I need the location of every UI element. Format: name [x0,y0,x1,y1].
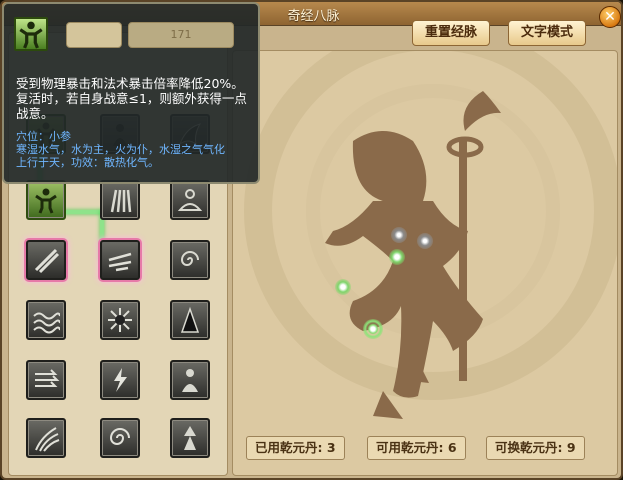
acupoint-line: 穴位：小参 [16,130,71,143]
shell-icon [109,428,130,445]
slash-icon [34,248,60,274]
skill-cell[interactable] [170,300,210,340]
skill-tooltip: 神躯 171 受到物理暴击和法术暴击倍率降低20%。复活时，若自身战意≤1，则额… [2,2,260,184]
claw-strike-icon [35,427,60,452]
character-silhouette-icon [325,91,501,419]
acupoint-detail-line: 上行于天，功效：散热化气。 [16,156,159,169]
acupoint-detail-line: 寒湿水气，水为主，火为仆，水湿之气气化 [16,143,225,156]
meridian-node[interactable] [363,319,383,339]
skill-description: 受到物理暴击和法术暴击倍率降低20%。复活时，若自身战意≤1，则额外获得一点战意… [16,76,247,121]
meridian-node[interactable] [417,233,433,249]
meridian-node[interactable] [335,279,351,295]
exchangeable-qianyuan-stat: 可换乾元丹: 9 [486,436,585,460]
skill-cell[interactable] [170,360,210,400]
monk-pose-icon [19,21,43,49]
skill-cell[interactable] [170,418,210,458]
meditation-icon [177,189,203,211]
skill-tooltip-icon [14,17,48,51]
meridian-node[interactable] [389,249,405,265]
skill-cell[interactable] [100,418,140,458]
skill-acupoint: 穴位：小参 寒湿水气，水为主，火为仆，水湿之气气化 上行于天，功效：散热化气。 [16,130,256,169]
skill-cell[interactable] [100,360,140,400]
reset-meridians-button[interactable]: 重置经脉 [412,20,491,46]
skill-tab[interactable] [66,22,122,48]
skill-cell[interactable] [26,360,66,400]
skill-cell[interactable] [26,240,66,280]
skill-cell[interactable] [26,180,66,220]
meridian-figure-panel [232,50,618,476]
spiral-icon [180,251,199,266]
waves-icon [33,312,60,334]
skill-cell[interactable] [170,240,210,280]
hooded-figure-icon [180,306,200,333]
skill-cell[interactable] [100,180,140,220]
monk-pose-icon [35,188,57,214]
skill-cell[interactable] [100,300,140,340]
skill-cell[interactable] [100,240,140,280]
dash-strike-icon [108,252,132,272]
burst-icon [108,308,132,332]
skill-cell[interactable] [26,300,66,340]
claw-icon [110,189,132,213]
seated-figure-icon [182,369,198,392]
meridian-node[interactable] [391,227,407,243]
arrows-icon [35,369,60,387]
witch-icon [184,426,196,450]
used-qianyuan-stat: 已用乾元丹: 3 [246,436,345,460]
text-mode-button[interactable]: 文字模式 [508,20,587,46]
close-button[interactable]: ✕ [599,6,621,28]
level-select[interactable]: 171 [128,22,234,48]
meridian-window: 奇经八脉 ✕ 重置经脉 文字模式 已用乾元丹: 3 可用乾元丹: 6 可换乾元丹… [0,0,623,480]
skill-cell[interactable] [26,418,66,458]
skill-cell[interactable] [170,180,210,220]
available-qianyuan-stat: 可用乾元丹: 6 [367,436,466,460]
lightning-icon [114,368,127,392]
